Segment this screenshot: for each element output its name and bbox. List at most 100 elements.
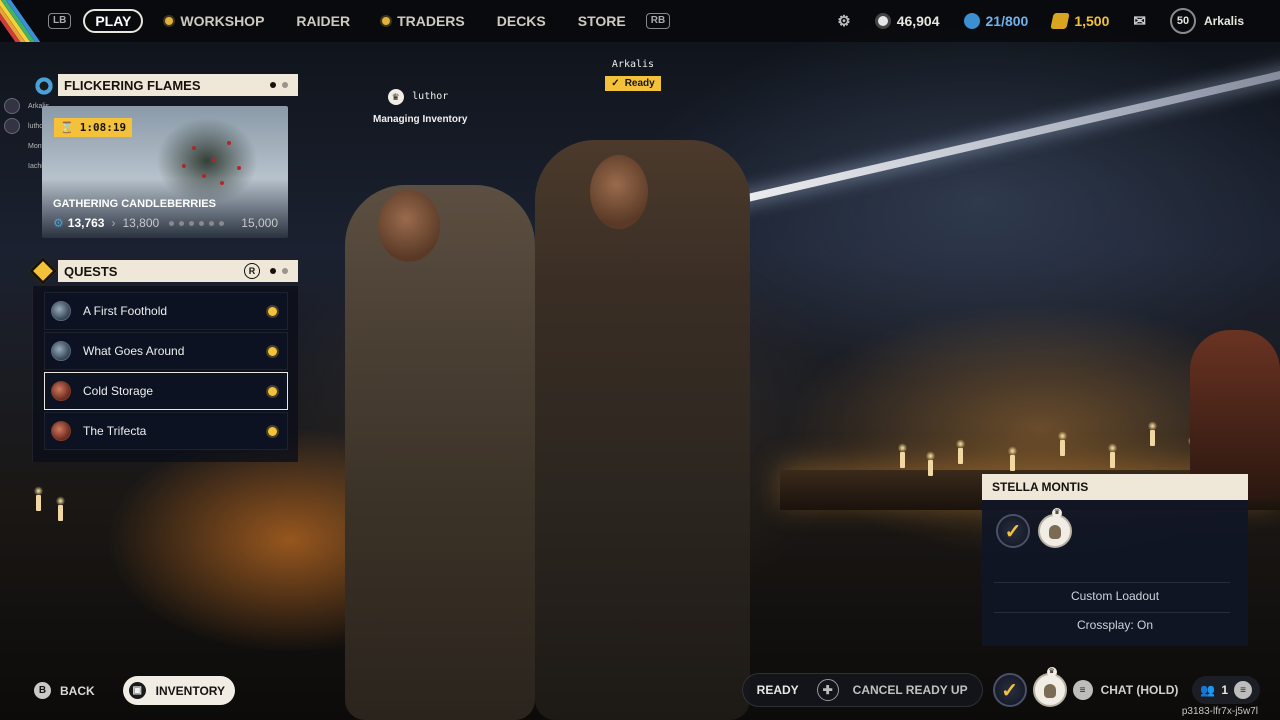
check-icon: ✓ <box>611 78 620 89</box>
character-arkalis <box>535 140 750 720</box>
crown-icon: ♛ <box>1052 508 1062 518</box>
friends-count: 1 <box>1221 683 1228 697</box>
top-bar: LB PLAY WORKSHOP RAIDER TRADERS DECKS ST… <box>0 0 1280 42</box>
r-hint: R <box>244 263 260 279</box>
loadout-label: Custom Loadout <box>1070 589 1160 603</box>
ready-check-icon: ✓ <box>992 673 1027 707</box>
back-button[interactable]: BACK <box>60 684 95 698</box>
map-icon <box>51 301 71 321</box>
tab-play[interactable]: PLAY <box>83 9 144 33</box>
avatar <box>4 118 20 134</box>
quest-marker-icon <box>268 346 277 356</box>
inventory-button[interactable]: ▣ INVENTORY <box>122 676 236 705</box>
event-card[interactable]: ⌛ 1:08:19 GATHERING CANDLEBERRIES ⚙ 13,7… <box>42 106 288 238</box>
ready-label: READY <box>756 683 799 697</box>
event-header[interactable]: FLICKERING FLAMES <box>58 74 298 96</box>
ready-toggle[interactable]: READY ✚ CANCEL READY UP <box>741 673 983 707</box>
tab-workshop[interactable]: WORKSHOP <box>165 13 264 29</box>
map-icon <box>51 341 71 361</box>
cancel-ready-button[interactable]: CANCEL READY UP <box>853 683 968 697</box>
gear-icon: ⚙ <box>53 216 64 230</box>
event-progress: ⚙ 13,763 › 13,800 15,000 <box>53 216 278 230</box>
storage-currency: 21/800 <box>963 13 1028 29</box>
view-button-icon: ▣ <box>128 682 146 699</box>
workbench-button[interactable]: ⚙ <box>837 12 850 30</box>
mail-button[interactable]: ✉ <box>1133 12 1146 30</box>
player-status: Managing Inventory <box>373 114 468 125</box>
character-luthor <box>345 185 535 720</box>
quest-marker-icon <box>268 386 277 396</box>
quest-marker-icon <box>268 306 277 316</box>
rb-hint: RB <box>645 13 671 29</box>
credits-icon <box>1050 13 1071 29</box>
quests-pager <box>270 268 288 274</box>
map-card[interactable]: STELLA MONTIS ✓ ♛ Custom Loadout Crosspl… <box>982 474 1248 646</box>
chat-button[interactable]: ≡ CHAT (HOLD) <box>1072 680 1178 700</box>
session-id: p3183-lfr7x-j5w7l <box>1181 706 1258 717</box>
player-name: Arkalis <box>1203 14 1244 28</box>
workbench-icon: ⚙ <box>837 13 851 30</box>
tab-decks[interactable]: DECKS <box>497 13 546 29</box>
trader-icon <box>51 421 71 441</box>
tab-traders[interactable]: TRADERS <box>382 13 465 29</box>
list-item[interactable]: The Trifecta <box>44 412 288 450</box>
alert-dot-icon <box>382 17 391 25</box>
ready-check-icon: ✓ <box>996 514 1030 548</box>
crown-icon: ♛ <box>1046 667 1057 677</box>
alert-dot-icon <box>165 17 174 25</box>
crossplay-label: Crossplay: On <box>1076 618 1154 632</box>
quests-header: QUESTS R <box>58 260 298 282</box>
avatar: ♛ <box>1032 667 1067 707</box>
storage-icon <box>963 13 980 29</box>
coins-currency: 46,904 <box>874 13 940 29</box>
event-timer: ⌛ 1:08:19 <box>54 118 133 137</box>
menu-icon: ≡ <box>1072 680 1093 700</box>
logo-stripes <box>0 0 44 42</box>
quests-title: QUESTS <box>64 263 118 279</box>
event-progress-goal: 15,000 <box>241 216 278 230</box>
tab-store[interactable]: STORE <box>578 13 626 29</box>
player-tag-arkalis: Arkalis ✓ Ready <box>603 59 663 91</box>
friends-icon: 👥 <box>1200 683 1216 697</box>
party-badges: ✓ ♛ <box>996 508 1072 548</box>
list-item[interactable]: A First Foothold <box>44 292 288 330</box>
tab-raider[interactable]: RAIDER <box>296 13 350 29</box>
hourglass-icon: ⌛ <box>60 122 74 134</box>
credits-currency: 1,500 <box>1050 13 1109 29</box>
event-progress-current: 13,763 <box>67 216 105 230</box>
quest-list: A First Foothold What Goes Around Cold S… <box>32 286 298 462</box>
light-beam <box>699 65 1280 213</box>
bottom-left-actions: B BACK ▣ INVENTORY <box>34 676 236 705</box>
main-nav: LB PLAY WORKSHOP RAIDER TRADERS DECKS ST… <box>48 9 671 33</box>
menu-icon: ≡ <box>1234 681 1252 699</box>
list-item[interactable]: Cold Storage <box>44 372 288 410</box>
lb-hint: LB <box>48 13 72 29</box>
currency-bar: ⚙ 46,904 21/800 1,500 ✉ 50 Arkalis <box>837 8 1244 34</box>
player-tag-luthor: ♛ luthor Managing Inventory <box>373 88 468 125</box>
event-title: FLICKERING FLAMES <box>64 77 201 93</box>
ready-badge: ✓ Ready <box>605 76 661 91</box>
list-item[interactable]: What Goes Around <box>44 332 288 370</box>
event-pager <box>270 82 288 88</box>
avatar <box>4 98 20 114</box>
dpad-icon: ✚ <box>816 679 839 701</box>
coin-icon <box>874 13 891 29</box>
mail-icon: ✉ <box>1133 13 1146 30</box>
friends-button[interactable]: 👥 1 ≡ <box>1192 676 1260 704</box>
quest-icon <box>28 256 58 286</box>
gear-icon <box>34 76 54 96</box>
player-tag-name: Arkalis <box>611 59 655 70</box>
event-progress-next: 13,800 <box>122 216 160 230</box>
trader-icon <box>51 381 71 401</box>
chevron-right-icon: › <box>111 216 116 230</box>
bottom-right-actions: READY ✚ CANCEL READY UP ✓ ♛ ≡ CHAT (HOLD… <box>741 667 1260 708</box>
quest-marker-icon <box>268 426 277 436</box>
event-activity: GATHERING CANDLEBERRIES <box>53 198 216 210</box>
crown-icon: ♛ <box>387 88 404 105</box>
avatar: ♛ <box>1038 508 1072 548</box>
player-tag-name: luthor <box>412 91 449 103</box>
b-button-icon: B <box>34 682 51 699</box>
map-title: STELLA MONTIS <box>982 474 1248 500</box>
progress-pips <box>169 220 225 226</box>
player-level-badge: 50 <box>1169 8 1196 34</box>
